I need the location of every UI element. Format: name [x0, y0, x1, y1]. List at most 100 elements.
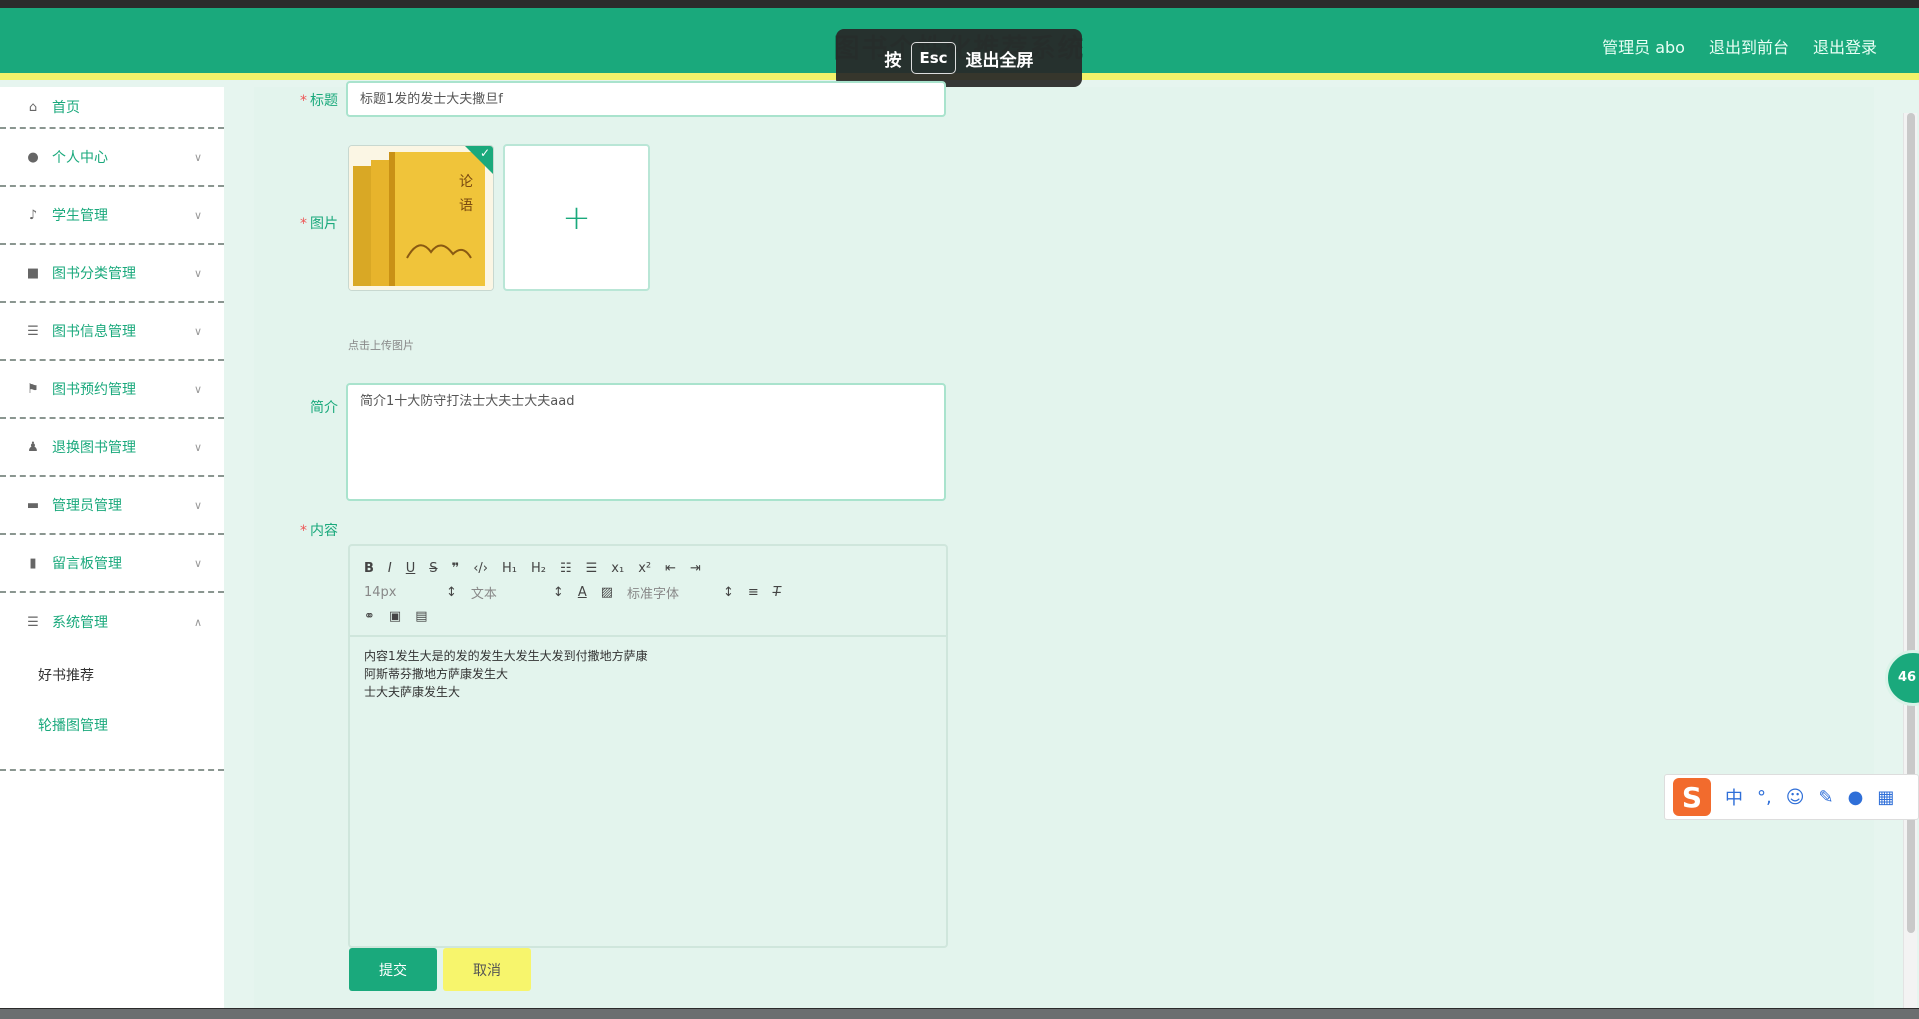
title-input[interactable]: 标题1发的发士大夫撒旦f [346, 81, 946, 117]
sidebar-item-book-reservation[interactable]: ⚑ 图书预约管理 ∨ [0, 361, 224, 419]
sidebar-item-label: 图书预约管理 [52, 382, 136, 398]
toolbar-row-1: B I U S ❞ ‹/› H₁ H₂ ☷ ☰ x₁ x² ⇤ ⇥ [364, 556, 932, 580]
content-line: 内容1发生大是的发的发生大发生大发到付撒地方萨康 [364, 649, 648, 663]
code-icon[interactable]: ‹/› [473, 561, 488, 576]
required-mark: * [300, 523, 307, 539]
back-to-frontend-link[interactable]: 退出到前台 [1709, 34, 1789, 58]
chevron-down-icon: ∨ [193, 382, 202, 396]
intro-textarea[interactable]: 简介1十大防守打法士大夫士大夫aad [346, 383, 946, 501]
indent-increase-icon[interactable]: ⇥ [690, 561, 701, 576]
sidebar-item-label: 首页 [52, 100, 80, 116]
sidebar-item-label: 退换图书管理 [52, 440, 136, 456]
upload-hint: 点击上传图片 [348, 339, 414, 352]
grid-menu-icon[interactable]: ▦ [1877, 787, 1894, 808]
svg-text:论: 论 [459, 174, 473, 190]
chart-icon: ■ [26, 265, 40, 281]
sidebar-item-label: 个人中心 [52, 150, 108, 166]
font-size-select[interactable]: 14px [364, 585, 432, 600]
microphone-icon[interactable]: ● [1848, 787, 1864, 808]
link-icon[interactable]: ⚭ [364, 609, 375, 624]
bottom-edge [0, 1009, 1919, 1019]
sidebar-item-admins[interactable]: ▬ 管理员管理 ∨ [0, 477, 224, 535]
text-format-select[interactable]: 文本 [471, 583, 539, 602]
sidebar-item-students[interactable]: ♪ 学生管理 ∨ [0, 187, 224, 245]
bullet-list-icon[interactable]: ☰ [586, 561, 598, 576]
chevron-down-icon: ∨ [193, 556, 202, 570]
editor-content-area[interactable]: 内容1发生大是的发的发生大发生大发到付撒地方萨康 阿斯蒂芬撒地方萨康发生大 士大… [350, 637, 946, 711]
chevron-down-icon: ∨ [193, 324, 202, 338]
main-content: * 标题 标题1发的发士大夫撒旦f * 图片 论 语 ✓ + 点击上传图片 简介… [254, 81, 1874, 1008]
sidebar-item-book-category[interactable]: ■ 图书分类管理 ∨ [0, 245, 224, 303]
font-color-icon[interactable]: A [578, 585, 587, 600]
intro-label: 简介 [258, 397, 338, 417]
chevron-down-icon: ∨ [193, 266, 202, 280]
font-family-select[interactable]: 标准字体 [627, 583, 709, 602]
ordered-list-icon[interactable]: ☷ [560, 561, 572, 576]
esc-key-badge: Esc [911, 42, 956, 74]
image-upload-button[interactable]: + [503, 144, 650, 291]
underline-icon[interactable]: U [406, 561, 416, 576]
uploaded-image-thumbnail[interactable]: 论 语 ✓ [348, 145, 494, 291]
sidebar-item-label: 学生管理 [52, 208, 108, 224]
subscript-icon[interactable]: x₁ [611, 561, 624, 576]
superscript-icon[interactable]: x² [638, 561, 651, 576]
quote-icon[interactable]: ❞ [452, 561, 460, 576]
menu-icon: ☰ [27, 614, 39, 630]
logout-link[interactable]: 退出登录 [1813, 34, 1877, 58]
admin-user-link[interactable]: 管理员 abo [1602, 34, 1685, 58]
strikethrough-icon[interactable]: S [429, 561, 437, 576]
content-label: * 内容 [258, 520, 338, 540]
submenu-item-carousel[interactable]: 轮播图管理 [0, 711, 224, 761]
plus-icon: + [562, 197, 591, 238]
sidebar-item-system[interactable]: ☰ 系统管理 ∧ [0, 593, 224, 651]
ime-language-toggle[interactable]: 中 [1725, 784, 1743, 810]
clear-format-icon[interactable]: T̶ [773, 585, 781, 600]
chevron-down-icon: ∨ [193, 440, 202, 454]
bar-chart-icon: ▮ [29, 555, 37, 571]
background-color-icon[interactable]: ▨ [601, 585, 613, 600]
ime-toolbar: S 中 °, ☺ ✎ ● ▦ [1664, 774, 1919, 820]
svg-text:语: 语 [459, 198, 473, 214]
header-links: 管理员 abo 退出到前台 退出登录 [1602, 34, 1877, 58]
person-icon: ♟ [27, 439, 39, 455]
user-icon: ● [27, 149, 39, 165]
cancel-button[interactable]: 取消 [443, 948, 531, 991]
chevron-down-icon: ∨ [193, 208, 202, 222]
bold-icon[interactable]: B [364, 561, 374, 576]
sidebar-item-messages[interactable]: ▮ 留言板管理 ∨ [0, 535, 224, 593]
chevron-down-icon: ∨ [193, 498, 202, 512]
image-icon[interactable]: ▣ [389, 609, 401, 624]
ime-punctuation-toggle[interactable]: °, [1757, 787, 1772, 808]
indent-decrease-icon[interactable]: ⇤ [665, 561, 676, 576]
monitor-icon: ▬ [26, 497, 40, 513]
floating-counter-badge[interactable]: 46 [1885, 650, 1919, 706]
submenu-item-book-recommend[interactable]: 好书推荐 [0, 661, 224, 711]
align-icon[interactable]: ≡ [748, 585, 759, 600]
text-format-select-arrow-icon[interactable]: ↕ [553, 585, 564, 600]
title-label-text: 标题 [310, 93, 338, 109]
submit-button[interactable]: 提交 [349, 948, 437, 991]
heading1-icon[interactable]: H₁ [502, 561, 517, 576]
emoji-icon[interactable]: ☺ [1786, 787, 1805, 808]
italic-icon[interactable]: I [388, 561, 392, 576]
editor-toolbar: B I U S ❞ ‹/› H₁ H₂ ☷ ☰ x₁ x² ⇤ ⇥ 14px ↕… [350, 546, 946, 637]
sidebar-item-book-return[interactable]: ♟ 退换图书管理 ∨ [0, 419, 224, 477]
sogou-logo-icon[interactable]: S [1673, 778, 1711, 816]
font-size-select-arrow-icon[interactable]: ↕ [446, 585, 457, 600]
font-family-select-arrow-icon[interactable]: ↕ [723, 585, 734, 600]
sidebar: ⌂ 首页 ● 个人中心 ∨ ♪ 学生管理 ∨ ■ 图书分类管理 ∨ ☰ 图书信息… [0, 87, 224, 1008]
required-mark: * [300, 93, 307, 109]
sidebar-item-book-info[interactable]: ☰ 图书信息管理 ∨ [0, 303, 224, 361]
rich-text-editor[interactable]: B I U S ❞ ‹/› H₁ H₂ ☷ ☰ x₁ x² ⇤ ⇥ 14px ↕… [348, 544, 948, 948]
content-line: 阿斯蒂芬撒地方萨康发生大 [364, 667, 509, 681]
page-scrollbar[interactable] [1903, 113, 1917, 1008]
microphone-icon: ♪ [28, 207, 38, 223]
toolbar-row-2: 14px ↕ 文本 ↕ A ▨ 标准字体 ↕ ≡ T̶ [364, 580, 932, 604]
sidebar-item-personal-center[interactable]: ● 个人中心 ∨ [0, 129, 224, 187]
sidebar-item-label: 图书信息管理 [52, 324, 136, 340]
pen-icon[interactable]: ✎ [1819, 787, 1834, 808]
heading2-icon[interactable]: H₂ [531, 561, 546, 576]
title-label: * 标题 [258, 90, 338, 110]
sidebar-item-home[interactable]: ⌂ 首页 [0, 87, 224, 129]
video-icon[interactable]: ▤ [415, 609, 427, 624]
